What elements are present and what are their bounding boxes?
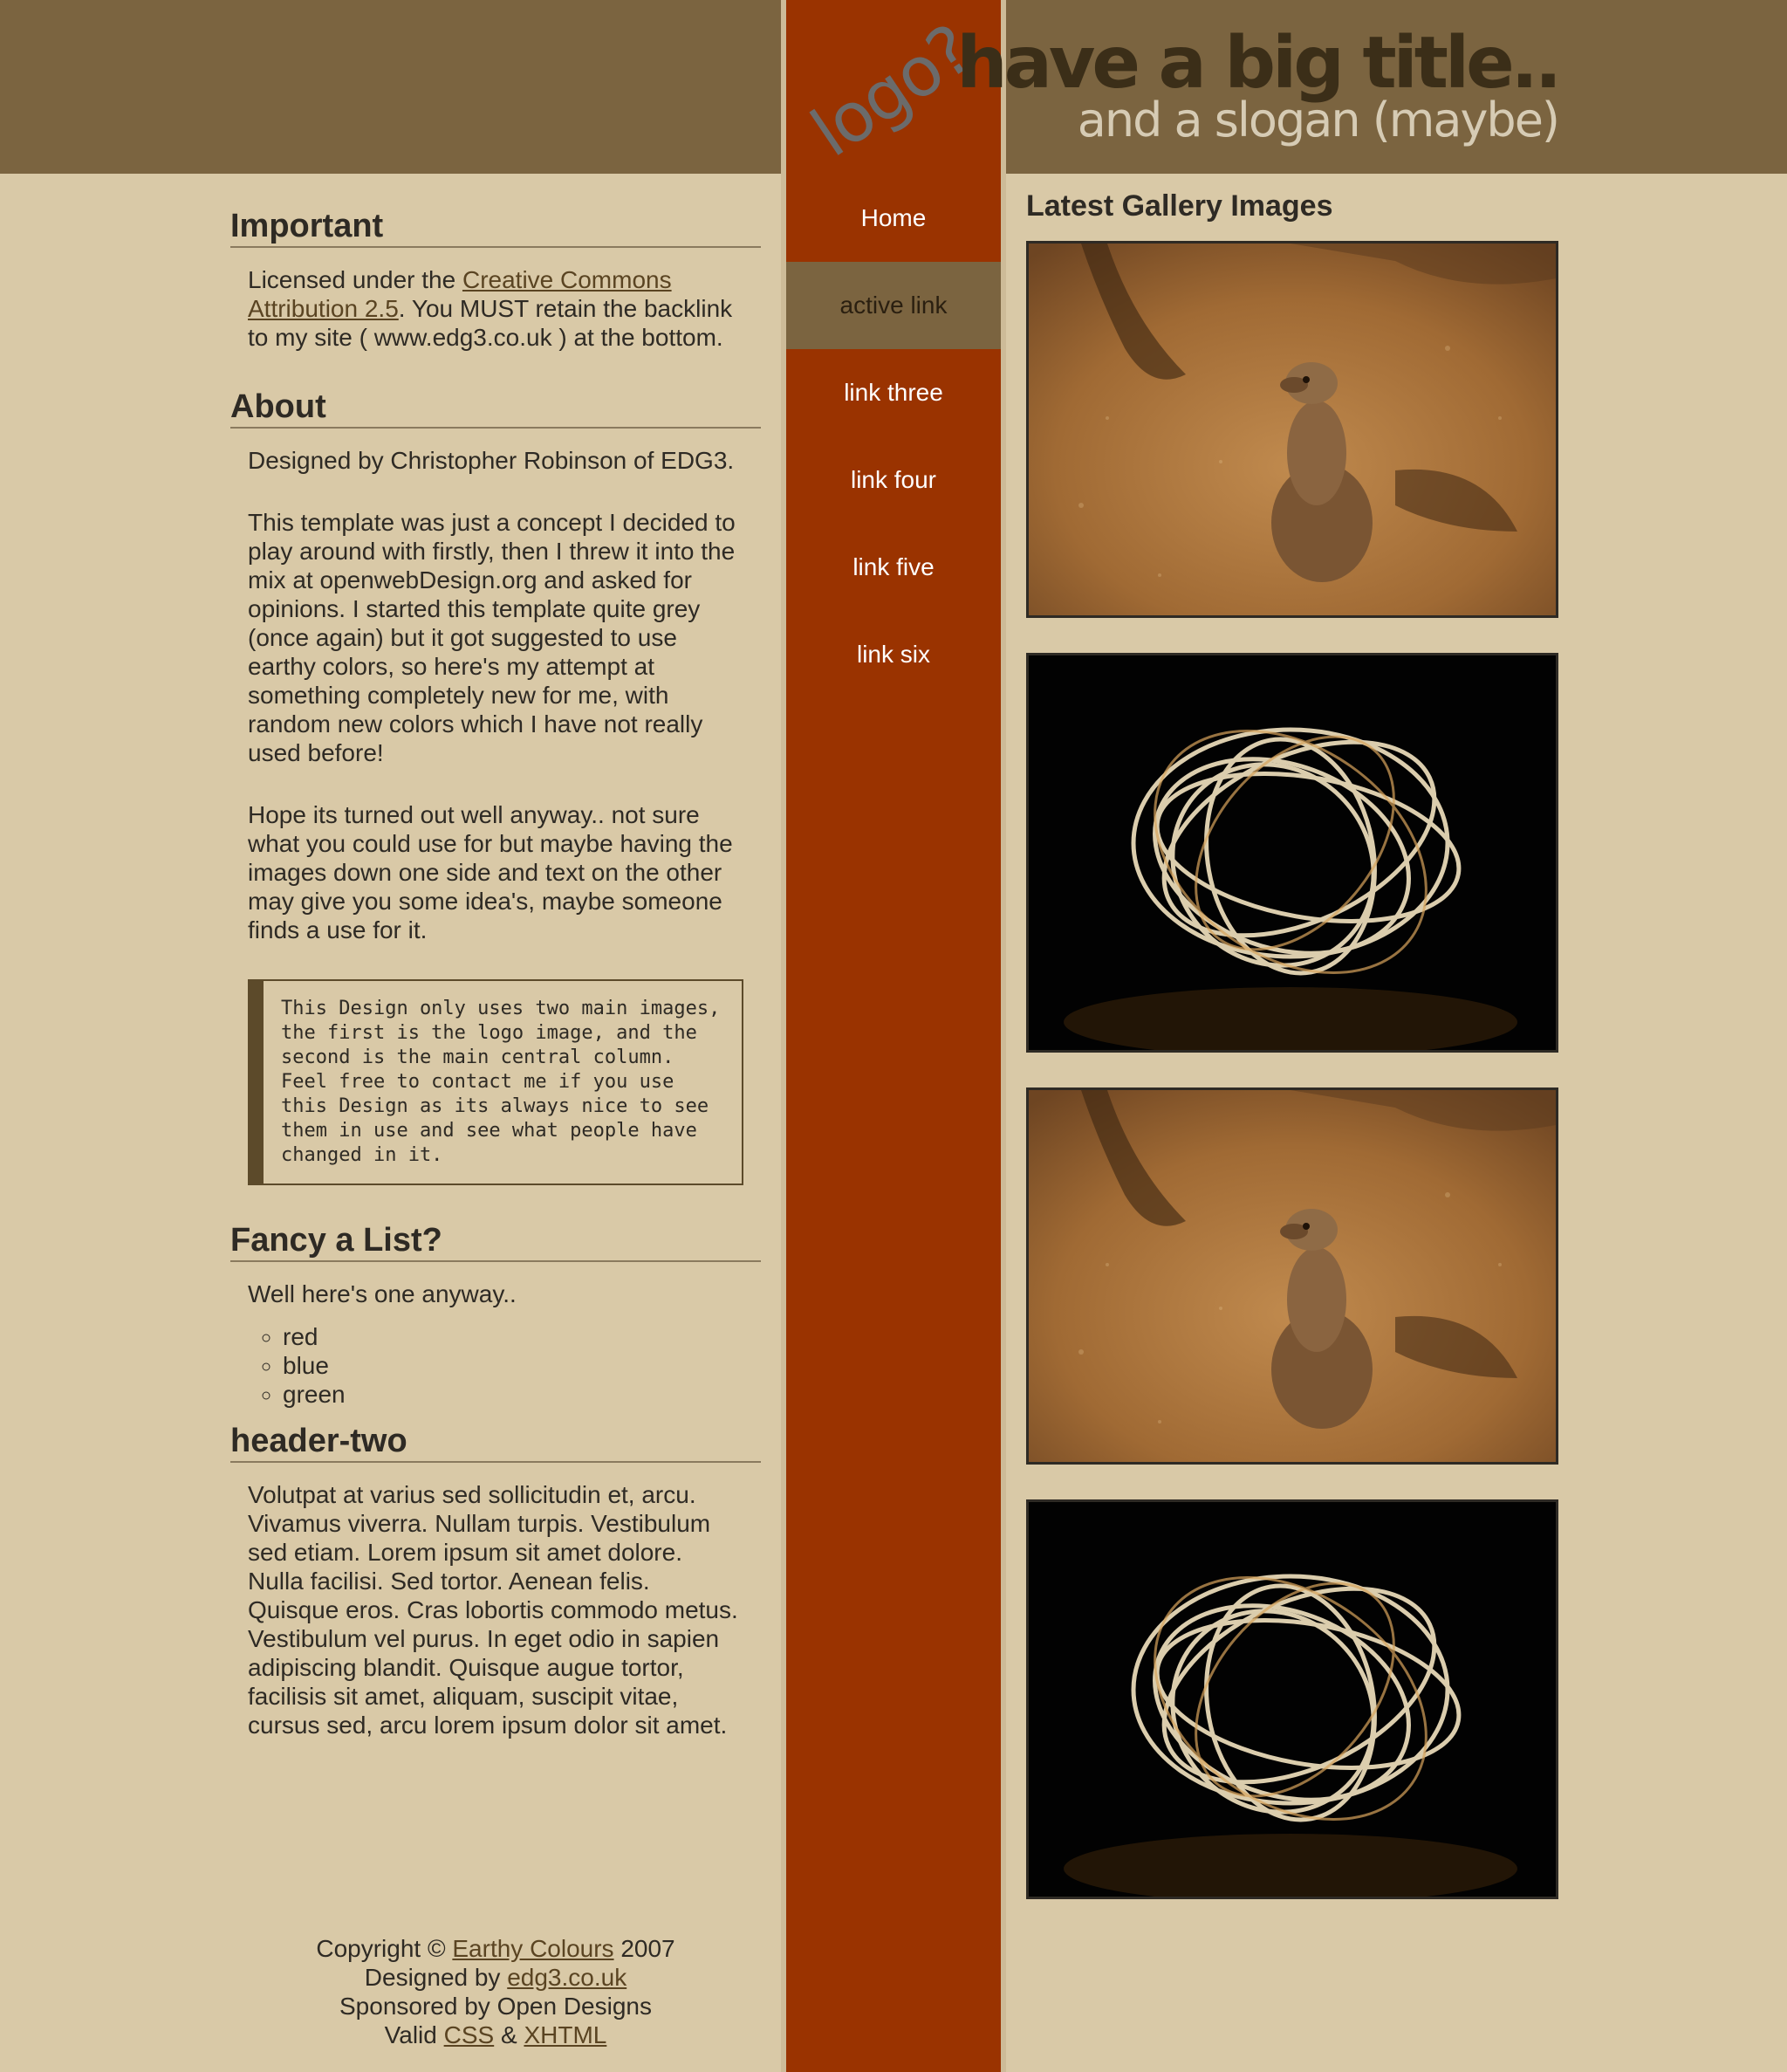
main-nav: Home active link link three link four li… bbox=[786, 175, 1001, 698]
gallery: Latest Gallery Images bbox=[1026, 189, 1558, 1934]
list-item: blue bbox=[283, 1351, 743, 1380]
about-paragraph: This template was just a concept I decid… bbox=[248, 509, 736, 766]
header-two-text: Volutpat at varius sed sollicitudin et, … bbox=[248, 1481, 738, 1739]
about-paragraph: Designed by Christopher Robinson of EDG3… bbox=[248, 447, 735, 474]
gallery-image-meerkat[interactable] bbox=[1026, 241, 1558, 618]
fire-spin-photo bbox=[1029, 1502, 1556, 1897]
footer-designed: Designed by edg3.co.uk bbox=[230, 1963, 761, 1992]
important-body: Licensed under the Creative Commons Attr… bbox=[248, 265, 743, 352]
column-divider-right bbox=[1001, 0, 1006, 2072]
footer-link-edg3[interactable]: edg3.co.uk bbox=[507, 1964, 626, 1991]
center-column: logo? Home active link link three link f… bbox=[786, 0, 1001, 2072]
section-heading-about: About bbox=[230, 387, 761, 429]
footer-link-xhtml[interactable]: XHTML bbox=[524, 2021, 606, 2048]
footer-valid: Valid CSS & XHTML bbox=[230, 2021, 761, 2049]
footer: Copyright © Earthy Colours 2007 Designed… bbox=[230, 1934, 761, 2049]
gallery-heading: Latest Gallery Images bbox=[1026, 189, 1333, 223]
site-title: have a big title.. bbox=[956, 22, 1562, 105]
footer-link-css[interactable]: CSS bbox=[444, 2021, 495, 2048]
list-item: red bbox=[283, 1322, 743, 1351]
list-item: green bbox=[283, 1380, 743, 1409]
section-heading-header-two: header-two bbox=[230, 1421, 761, 1463]
color-list: red blue green bbox=[248, 1322, 743, 1409]
list-intro: Well here's one anyway.. bbox=[248, 1280, 743, 1308]
fire-spin-photo bbox=[1029, 655, 1556, 1050]
content-column: Important Licensed under the Creative Co… bbox=[230, 206, 761, 1773]
footer-link-earthy-colours[interactable]: Earthy Colours bbox=[452, 1935, 613, 1962]
footer-text: 2007 bbox=[613, 1935, 675, 1962]
site-branding: have a big title.. and a slogan (maybe) bbox=[956, 22, 1562, 145]
gallery-image-fire-spin[interactable] bbox=[1026, 653, 1558, 1053]
footer-text: Copyright © bbox=[316, 1935, 453, 1962]
nav-item-link-five[interactable]: link five bbox=[786, 524, 1001, 611]
section-heading-important: Important bbox=[230, 206, 761, 248]
about-body: Designed by Christopher Robinson of EDG3… bbox=[248, 446, 743, 944]
nav-item-link-four[interactable]: link four bbox=[786, 436, 1001, 524]
list-intro-text: Well here's one anyway.. bbox=[248, 1280, 517, 1307]
gallery-image-meerkat[interactable] bbox=[1026, 1087, 1558, 1465]
footer-text: & bbox=[494, 2021, 524, 2048]
section-heading-list: Fancy a List? bbox=[230, 1220, 761, 1262]
footer-sponsored: Sponsored by Open Designs bbox=[339, 1993, 652, 2020]
header-band-left bbox=[0, 0, 781, 174]
nav-item-home[interactable]: Home bbox=[786, 175, 1001, 262]
meerkat-photo bbox=[1029, 244, 1556, 615]
about-paragraph: Hope its turned out well anyway.. not su… bbox=[248, 801, 733, 943]
footer-copyright: Copyright © Earthy Colours 2007 bbox=[230, 1934, 761, 1963]
gallery-image-fire-spin[interactable] bbox=[1026, 1499, 1558, 1899]
important-text-before: Licensed under the bbox=[248, 266, 462, 293]
nav-item-active-link[interactable]: active link bbox=[786, 262, 1001, 349]
header-two-body: Volutpat at varius sed sollicitudin et, … bbox=[248, 1480, 743, 1739]
footer-text: Valid bbox=[384, 2021, 444, 2048]
nav-item-link-six[interactable]: link six bbox=[786, 611, 1001, 698]
code-block: This Design only uses two main images, t… bbox=[248, 979, 743, 1185]
footer-text: Designed by bbox=[364, 1964, 508, 1991]
nav-item-link-three[interactable]: link three bbox=[786, 349, 1001, 436]
meerkat-photo bbox=[1029, 1090, 1556, 1462]
